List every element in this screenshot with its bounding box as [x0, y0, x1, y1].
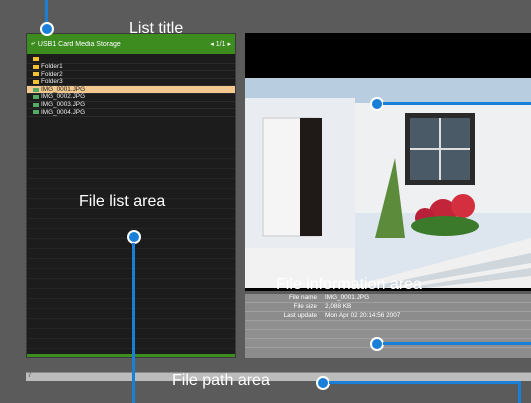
callout-line-file-path-down [518, 381, 521, 403]
info-key: File name [288, 294, 317, 301]
info-key: File size [293, 303, 317, 310]
file-list: Folder1 Folder2 Folder3 IMG_0001.JPG IMG… [27, 56, 235, 117]
callout-line-file-path-area [329, 381, 521, 384]
list-item-label: IMG_0003.JPG [41, 101, 86, 109]
callout-label-list-title: List title [129, 20, 184, 37]
list-item-label: Folder3 [41, 78, 63, 86]
info-value: IMG_0001.JPG [325, 294, 370, 301]
info-value: Mon Apr 02 20:14:56 2007 [325, 312, 401, 319]
callout-line-preview [383, 102, 531, 105]
info-key: Last update [283, 312, 317, 319]
callout-line-file-info-area [383, 342, 531, 345]
list-title: USB1 Card Media Storage [37, 40, 121, 48]
screen-frame: ⤶ USB1 Card Media Storage ◂ 1/1 ▸ Folder… [0, 0, 531, 403]
callout-dot-file-path-area [316, 376, 330, 390]
callout-label-file-path-area: File path area [172, 372, 270, 389]
callout-dot-file-list-area [127, 230, 141, 244]
list-footer-bar [27, 354, 235, 357]
list-item-img0004[interactable]: IMG_0004.JPG [27, 109, 235, 117]
callout-line-file-list-area [132, 243, 135, 403]
info-row-empty [245, 321, 531, 330]
callout-dot-file-info-area [370, 337, 384, 351]
image-file-icon [33, 87, 39, 92]
folder-icon [33, 64, 39, 69]
info-row-last-update: Last update Mon Apr 02 20:14:56 2007 [245, 312, 531, 321]
callout-line-list-title [45, 0, 48, 22]
callout-dot-preview [370, 97, 384, 111]
empty-list-rows [27, 139, 235, 357]
folder-icon [33, 80, 39, 85]
file-info-panel: File name IMG_0001.JPG File size 2,088 K… [245, 294, 531, 358]
list-item-label: Folder2 [41, 70, 63, 78]
callout-label-file-info-area: File information area [276, 276, 422, 293]
image-file-icon [33, 102, 39, 107]
next-page-icon[interactable]: ▸ [227, 40, 231, 48]
prev-page-icon[interactable]: ◂ [210, 40, 214, 48]
info-row-file-size: File size 2,088 KB [245, 303, 531, 312]
preview-photo [245, 78, 531, 288]
list-item-label: IMG_0004.JPG [41, 108, 86, 116]
image-file-icon [33, 110, 39, 115]
folder-icon [33, 57, 39, 62]
folder-icon [33, 72, 39, 77]
file-path-bar: / [26, 372, 531, 381]
back-arrow-icon[interactable]: ⤶ [31, 40, 35, 48]
image-file-icon [33, 95, 39, 100]
info-value: 2,088 KB [325, 303, 352, 310]
callout-dot-list-title [40, 22, 54, 36]
list-item-label: Folder1 [41, 63, 63, 71]
page-indicator: 1/1 [215, 40, 226, 48]
callout-label-file-list-area: File list area [79, 193, 166, 210]
image-preview [245, 33, 531, 291]
info-row-empty [245, 330, 531, 339]
list-item-label: IMG_0002.JPG [41, 93, 86, 101]
list-item-label: IMG_0001.JPG [41, 85, 86, 93]
info-row-file-name: File name IMG_0001.JPG [245, 294, 531, 303]
file-path-text: / [29, 373, 31, 379]
